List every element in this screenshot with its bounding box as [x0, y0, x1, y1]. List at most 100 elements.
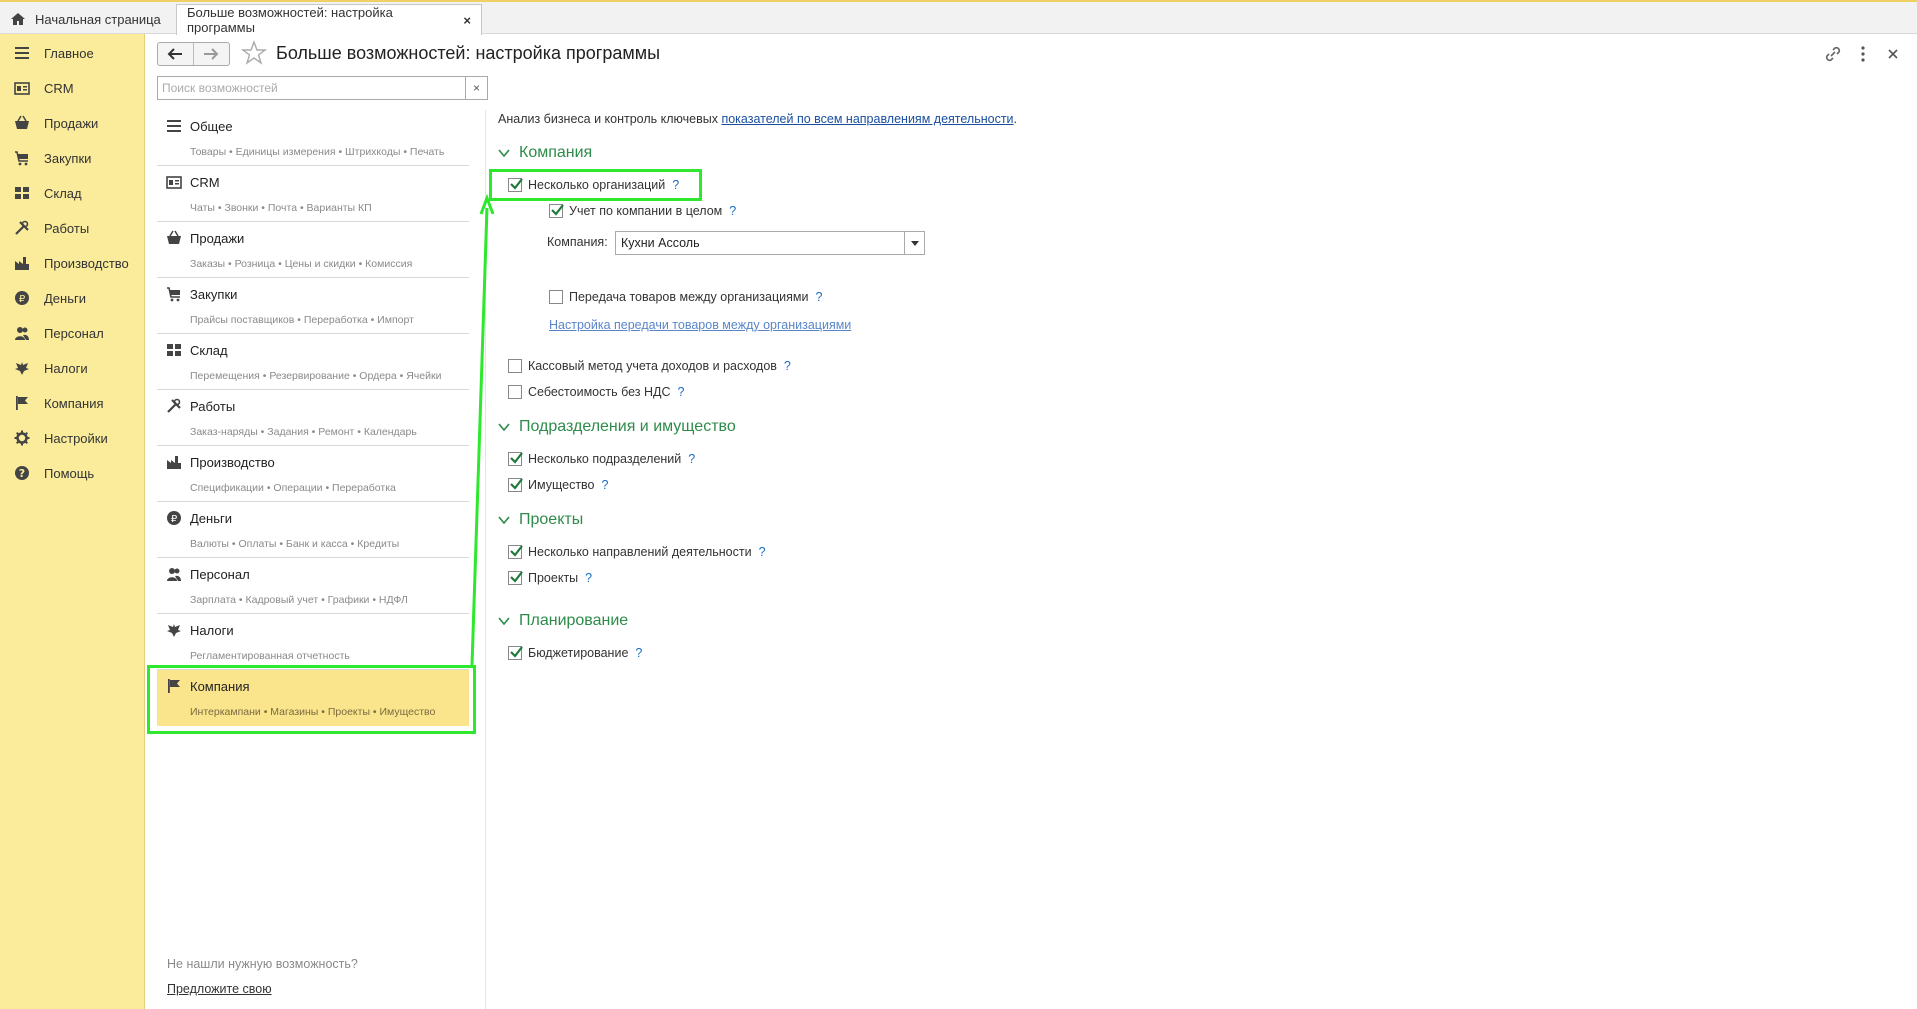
eagle-icon [15, 362, 29, 375]
crm-icon [14, 82, 30, 95]
checkmark-icon [510, 452, 523, 464]
feature-item-personnel[interactable]: Персонал Зарплата • Кадровый учет • Граф… [157, 558, 469, 614]
section-works[interactable]: Работы [0, 213, 145, 243]
help-link[interactable]: ? [784, 359, 791, 373]
feature-title: Работы [190, 399, 236, 414]
option-label: Передача товаров между организациями [569, 290, 809, 304]
feature-item-purchases[interactable]: Закупки Прайсы поставщиков • Переработка… [157, 278, 469, 334]
help-link[interactable]: ? [688, 452, 695, 466]
feature-title: Производство [190, 455, 275, 470]
property-checkbox[interactable] [508, 478, 523, 492]
option-company-whole[interactable]: Учет по компании в целом ? [549, 204, 736, 218]
feature-list: Общее Товары • Единицы измерения • Штрих… [157, 110, 469, 730]
feature-item-general[interactable]: Общее Товары • Единицы измерения • Штрих… [157, 110, 469, 166]
cash-method-checkbox[interactable] [508, 359, 522, 373]
feature-title: Продажи [190, 231, 245, 246]
tab-home[interactable]: Начальная страница [0, 4, 172, 34]
transfer-checkbox[interactable] [549, 290, 563, 304]
search-clear-button[interactable]: × [465, 77, 487, 99]
option-property[interactable]: Имущество ? [508, 478, 608, 492]
search-input[interactable] [158, 77, 464, 99]
option-cost-no-vat[interactable]: Себестоимость без НДС ? [508, 385, 684, 399]
menu-icon [167, 120, 181, 132]
help-link[interactable]: ? [678, 385, 685, 399]
checkmark-icon [510, 478, 523, 490]
help-link[interactable]: ? [815, 290, 822, 304]
group-divisions[interactable]: Подразделения и имущество [498, 418, 736, 436]
group-projects[interactable]: Проекты [498, 511, 583, 529]
feature-item-crm[interactable]: CRM Чаты • Звонки • Почта • Варианты КП [157, 166, 469, 222]
favorite-star-icon[interactable] [241, 40, 267, 66]
section-warehouse[interactable]: Склад [0, 178, 145, 208]
budgeting-checkbox[interactable] [508, 646, 523, 660]
cart-icon [167, 287, 180, 302]
section-label: Компания [44, 395, 104, 411]
transfer-settings-link[interactable]: Настройка передачи товаров между организ… [549, 318, 851, 332]
feature-title: Общее [190, 119, 233, 134]
section-production[interactable]: Производство [0, 248, 145, 278]
section-main[interactable]: Главное [0, 38, 145, 68]
panel-divider [485, 110, 486, 1009]
tab-settings-active[interactable]: Больше возможностей: настройка программы… [176, 4, 482, 35]
group-planning[interactable]: Планирование [498, 612, 628, 630]
help-link[interactable]: ? [729, 204, 736, 218]
multi-dir-checkbox[interactable] [508, 545, 523, 559]
option-projects[interactable]: Проекты ? [508, 571, 592, 585]
suggest-link[interactable]: Предложите свою [167, 982, 272, 996]
section-company[interactable]: Компания [0, 388, 145, 418]
option-transfer[interactable]: Передача товаров между организациями ? [549, 290, 822, 304]
feature-item-taxes[interactable]: Налоги Регламентированная отчетность [157, 614, 469, 670]
home-icon [11, 13, 25, 25]
section-purchases[interactable]: Закупки [0, 143, 145, 173]
help-link[interactable]: ? [635, 646, 642, 660]
option-cash-method[interactable]: Кассовый метод учета доходов и расходов … [508, 359, 791, 373]
option-label: Несколько направлений деятельности [528, 545, 752, 559]
dropdown-button[interactable] [904, 232, 924, 254]
people-icon [15, 327, 29, 340]
section-settings[interactable]: Настройки [0, 423, 145, 453]
section-sales[interactable]: Продажи [0, 108, 145, 138]
factory-icon [15, 257, 29, 270]
section-personnel[interactable]: Персонал [0, 318, 145, 348]
company-whole-checkbox[interactable] [549, 204, 564, 218]
section-help[interactable]: ? Помощь [0, 458, 145, 488]
highlight-multi-org-option [489, 169, 702, 201]
projects-checkbox[interactable] [508, 571, 523, 585]
link-icon[interactable] [1823, 44, 1843, 64]
section-money[interactable]: ₽ Деньги [0, 283, 145, 313]
back-button[interactable] [158, 43, 194, 65]
section-taxes[interactable]: Налоги [0, 353, 145, 383]
more-icon[interactable] [1853, 44, 1873, 64]
feature-item-production[interactable]: Производство Спецификации • Операции • П… [157, 446, 469, 502]
section-crm[interactable]: CRM [0, 73, 145, 103]
feature-subtitle: Прайсы поставщиков • Переработка • Импор… [190, 314, 414, 326]
option-budgeting[interactable]: Бюджетирование ? [508, 646, 642, 660]
feature-subtitle: Товары • Единицы измерения • Штрихкоды •… [190, 146, 445, 158]
close-tab-button[interactable]: × [463, 13, 471, 28]
company-field-label: Компания: [547, 235, 608, 249]
feature-item-money[interactable]: ₽ Деньги Валюты • Оплаты • Банк и касса … [157, 502, 469, 558]
cart-icon [15, 151, 28, 166]
help-link[interactable]: ? [759, 545, 766, 559]
feature-subtitle: Заказ-наряды • Задания • Ремонт • Календ… [190, 426, 417, 438]
group-company[interactable]: Компания [498, 144, 592, 162]
feature-item-sales[interactable]: Продажи Заказы • Розница • Цены и скидки… [157, 222, 469, 278]
help-link[interactable]: ? [602, 478, 609, 492]
option-multi-div[interactable]: Несколько подразделений ? [508, 452, 695, 466]
feature-title: Персонал [190, 567, 250, 582]
feature-item-warehouse[interactable]: Склад Перемещения • Резервирование • Орд… [157, 334, 469, 390]
chevron-down-icon [910, 240, 919, 246]
multi-div-checkbox[interactable] [508, 452, 523, 466]
company-select[interactable]: Кухни Ассоль [615, 231, 925, 255]
option-multi-dir[interactable]: Несколько направлений деятельности ? [508, 545, 766, 559]
help-link[interactable]: ? [585, 571, 592, 585]
section-label: Работы [44, 220, 90, 236]
forward-button[interactable] [194, 43, 230, 65]
feature-subtitle: Чаты • Звонки • Почта • Варианты КП [190, 202, 372, 214]
kpi-link[interactable]: показателей по всем направлениям деятель… [721, 112, 1013, 126]
feature-item-works[interactable]: Работы Заказ-наряды • Задания • Ремонт •… [157, 390, 469, 446]
section-label: Производство [44, 255, 129, 271]
feature-title: CRM [190, 175, 220, 190]
cost-no-vat-checkbox[interactable] [508, 385, 522, 399]
close-icon[interactable] [1883, 44, 1903, 64]
